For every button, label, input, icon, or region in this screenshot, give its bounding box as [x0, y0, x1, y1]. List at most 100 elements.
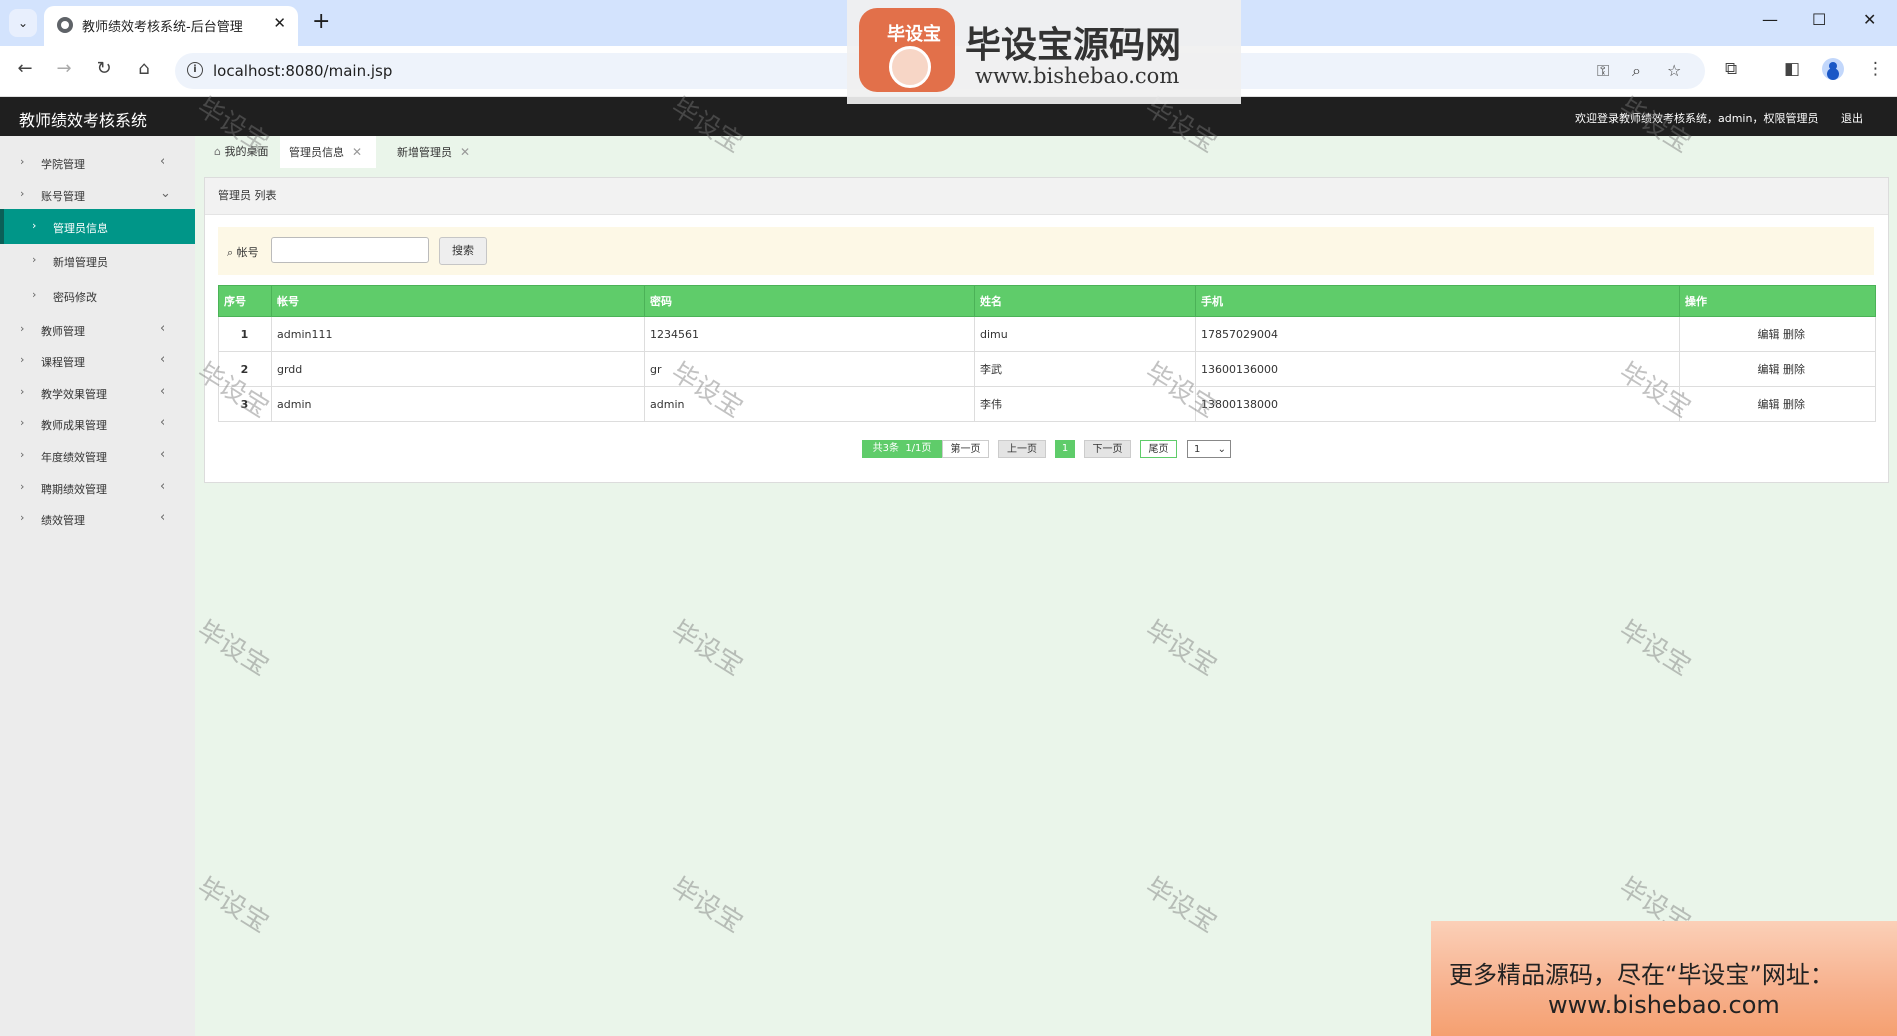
chevron-down-icon: ⌄ — [160, 186, 171, 201]
chevron-right-icon: › — [20, 322, 25, 335]
cell-no: 3 — [218, 386, 272, 422]
tab-label: 新增管理员 — [397, 146, 452, 159]
edit-link[interactable]: 编辑 — [1758, 328, 1780, 341]
watermark-text: 毕设宝 — [1139, 615, 1222, 683]
cell-actions: 编辑 删除 — [1679, 316, 1876, 352]
delete-link[interactable]: 删除 — [1783, 363, 1805, 376]
chevron-right-icon: › — [32, 288, 37, 301]
sidebar-item-label: 年度绩效管理 — [41, 451, 107, 464]
sidebar-item-courses[interactable]: › 课程管理 ‹ — [0, 345, 195, 377]
delete-link[interactable]: 删除 — [1783, 328, 1805, 341]
chevron-right-icon: › — [20, 480, 25, 493]
close-icon[interactable]: ✕ — [460, 145, 470, 159]
sidebar-item-teachers[interactable]: › 教师管理 ‹ — [0, 314, 195, 346]
search-label: ⌕ 帐号 — [227, 244, 259, 260]
menu-kebab-icon[interactable]: ⋮ — [1867, 59, 1884, 79]
close-tab-icon[interactable]: ✕ — [273, 14, 286, 32]
page-select[interactable]: 1 ⌄ — [1187, 440, 1231, 458]
sidebar-item-label: 课程管理 — [41, 356, 85, 369]
maximize-icon[interactable]: ☐ — [1812, 10, 1826, 29]
back-icon[interactable]: ← — [14, 58, 36, 79]
first-page-button[interactable]: 第一页 — [942, 440, 989, 458]
column-header: 序号 — [218, 285, 272, 317]
chevron-left-icon: ‹ — [160, 479, 166, 494]
home-icon[interactable]: ⌂ — [133, 58, 155, 79]
page-tabs: ⌂ 我的桌面 管理员信息 ✕ 新增管理员 ✕ — [195, 136, 1897, 168]
tab-desktop[interactable]: ⌂ 我的桌面 — [206, 136, 276, 168]
logout-link[interactable]: 退出 — [1841, 110, 1863, 126]
watermark-text: 毕设宝 — [665, 615, 748, 683]
app-title: 教师绩效考核系统 — [19, 111, 148, 130]
sidebar-item-label: 绩效管理 — [41, 514, 85, 527]
zoom-icon[interactable]: ⌕ — [1632, 61, 1641, 81]
search-label-text: 帐号 — [236, 246, 259, 259]
tab-search-button[interactable]: ⌄ — [9, 9, 37, 37]
sidebar-item-label: 教学效果管理 — [41, 388, 107, 401]
prev-page-button[interactable]: 上一页 — [998, 440, 1046, 458]
logo-site-text: www.bishebao.com — [975, 64, 1180, 88]
sidebar-item-achievements[interactable]: › 教师成果管理 ‹ — [0, 408, 195, 440]
chevron-right-icon: › — [32, 219, 37, 232]
extensions-icon[interactable]: ⧉ — [1725, 59, 1737, 79]
site-info-icon[interactable]: i — [187, 62, 203, 78]
chevron-right-icon: › — [20, 187, 25, 200]
watermark-text: 毕设宝 — [665, 872, 748, 940]
sidebar-item-label: 教师成果管理 — [41, 419, 107, 432]
minimize-icon[interactable]: — — [1762, 10, 1778, 29]
current-page-button[interactable]: 1 — [1055, 440, 1075, 458]
chevron-right-icon: › — [20, 448, 25, 461]
panel-title: 管理员 列表 — [205, 178, 1888, 215]
cell-no: 2 — [218, 351, 272, 387]
sidebar-item-performance[interactable]: › 绩效管理 ‹ — [0, 503, 195, 535]
tab-add-admin[interactable]: 新增管理员 ✕ — [387, 136, 480, 168]
sidebar-item-password[interactable]: › 密码修改 — [0, 280, 195, 312]
pagination-info: 共3条 1/1页 — [862, 440, 942, 458]
edit-link[interactable]: 编辑 — [1758, 363, 1780, 376]
cell-name: dimu — [974, 316, 1196, 352]
last-page-button[interactable]: 尾页 — [1140, 440, 1177, 458]
page-select-value: 1 — [1194, 444, 1201, 455]
sidebar-item-annual-performance[interactable]: › 年度绩效管理 ‹ — [0, 440, 195, 472]
edit-link[interactable]: 编辑 — [1758, 398, 1780, 411]
profile-avatar[interactable] — [1822, 58, 1844, 80]
sidebar-item-accounts[interactable]: › 账号管理 ⌄ — [0, 179, 195, 211]
sidebar-item-add-admin[interactable]: › 新增管理员 — [0, 245, 195, 277]
bookmark-star-icon[interactable]: ☆ — [1667, 61, 1681, 80]
cell-name: 李武 — [974, 351, 1196, 387]
promo-banner: 更多精品源码，尽在“毕设宝”网址： www.bishebao.com — [1431, 921, 1897, 1036]
close-icon[interactable]: ✕ — [352, 145, 362, 159]
search-bar: ⌕ 帐号 搜索 — [218, 227, 1874, 275]
side-panel-icon[interactable]: ◧ — [1784, 59, 1800, 79]
cell-name: 李伟 — [974, 386, 1196, 422]
sidebar-item-college[interactable]: › 学院管理 ‹ — [0, 147, 195, 179]
browser-tab[interactable]: 教师绩效考核系统-后台管理 ✕ — [44, 6, 298, 46]
cell-phone: 13600136000 — [1195, 351, 1680, 387]
account-search-input[interactable] — [271, 237, 429, 263]
sidebar-item-term-performance[interactable]: › 聘期绩效管理 ‹ — [0, 472, 195, 504]
key-icon[interactable]: ⚿ — [1597, 61, 1609, 81]
search-button[interactable]: 搜索 — [439, 237, 487, 265]
url-text[interactable]: localhost:8080/main.jsp — [213, 62, 392, 80]
promo-line-2: www.bishebao.com — [1548, 991, 1780, 1019]
chevron-left-icon: ‹ — [160, 321, 166, 336]
new-tab-button[interactable]: + — [312, 8, 330, 36]
reload-icon[interactable]: ↻ — [93, 58, 115, 79]
window-close-icon[interactable]: ✕ — [1863, 10, 1876, 29]
tab-label: 我的桌面 — [224, 145, 269, 158]
promo-line-1: 更多精品源码，尽在“毕设宝”网址： — [1449, 961, 1834, 989]
brand-logo-watermark: 毕设宝 毕设宝源码网 www.bishebao.com — [847, 0, 1241, 104]
table-row: 3 admin admin 李伟 13800138000 编辑 删除 — [218, 386, 1876, 422]
forward-icon[interactable]: → — [53, 58, 75, 79]
chevron-right-icon: › — [20, 155, 25, 168]
sidebar-item-admin-info[interactable]: › 管理员信息 — [0, 209, 195, 244]
cell-actions: 编辑 删除 — [1679, 386, 1876, 422]
next-page-button[interactable]: 下一页 — [1084, 440, 1131, 458]
logo-mascot-icon — [889, 46, 931, 88]
delete-link[interactable]: 删除 — [1783, 398, 1805, 411]
cell-password: admin — [644, 386, 975, 422]
chevron-right-icon: › — [32, 253, 37, 266]
sidebar-item-teaching-effect[interactable]: › 教学效果管理 ‹ — [0, 377, 195, 409]
tab-admin-info[interactable]: 管理员信息 ✕ — [280, 136, 377, 168]
sidebar: › 学院管理 ‹ › 账号管理 ⌄ › 管理员信息 › 新增管理员 › 密码修改… — [0, 136, 195, 1036]
total-count: 共3条 — [872, 443, 899, 454]
